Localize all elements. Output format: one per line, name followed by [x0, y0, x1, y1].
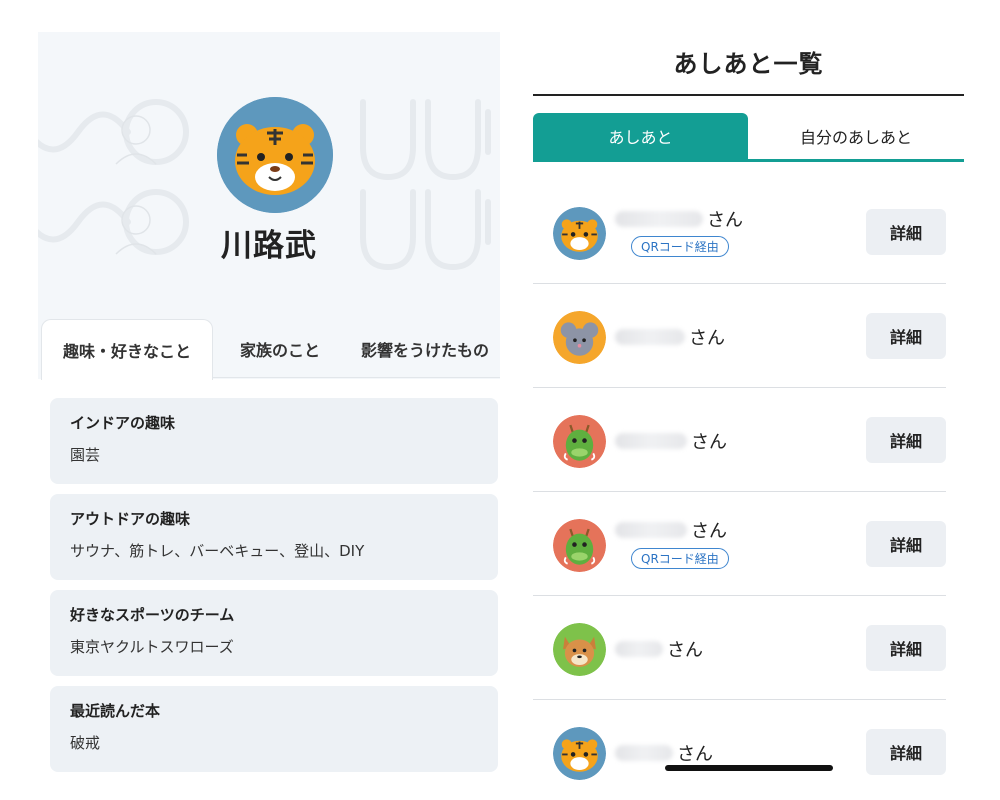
visitor-avatar: [553, 207, 606, 260]
tab-hobbies[interactable]: 趣味・好きなこと: [41, 319, 213, 380]
page-title: あしあと一覧: [673, 50, 824, 78]
visitor-avatar: [553, 727, 606, 780]
card-value: 園芸: [70, 446, 101, 464]
card-value: 東京ヤクルトスワローズ: [70, 638, 234, 656]
tiger-icon: [217, 97, 333, 213]
visitor-list: さん QRコード経由 詳細 さん 詳細 さん 詳細 さん QRコード経由 詳細 …: [533, 180, 964, 800]
list-item[interactable]: さん 詳細: [533, 284, 946, 388]
detail-button[interactable]: 詳細: [866, 521, 946, 567]
visitor-name: さん: [615, 428, 727, 454]
profile-card: アウトドアの趣味 サウナ、筋トレ、バーベキュー、登山、DIY: [50, 494, 498, 580]
profile-panel: 川路武 趣味・好きなこと 家族のこと 影響をうけたもの インドアの趣味 園芸 ア…: [38, 32, 500, 800]
footprint-tabs: あしあと 自分のあしあと: [533, 113, 964, 162]
list-item[interactable]: さん QRコード経由 詳細: [533, 180, 946, 284]
blurred-name: [615, 433, 687, 449]
card-title: アウトドアの趣味: [70, 510, 191, 528]
card-title: 最近読んだ本: [70, 702, 161, 720]
blurred-name: [615, 641, 663, 657]
card-value: サウナ、筋トレ、バーベキュー、登山、DIY: [70, 542, 365, 560]
visitor-name: さん: [615, 517, 727, 543]
profile-card: 最近読んだ本 破戒: [50, 686, 498, 772]
tab-influences[interactable]: 影響をうけたもの: [350, 319, 500, 379]
profile-card: インドアの趣味 園芸: [50, 398, 498, 484]
title-divider: [533, 94, 964, 96]
dog-icon: [553, 623, 606, 676]
tab-footprints[interactable]: あしあと: [533, 113, 748, 159]
qr-badge: QRコード経由: [631, 236, 729, 257]
blurred-name: [615, 329, 685, 345]
mouse-icon: [553, 311, 606, 364]
list-item[interactable]: さん QRコード経由 詳細: [533, 492, 946, 596]
footprints-panel: あしあと一覧 あしあと 自分のあしあと さん QRコード経由 詳細 さん 詳細 …: [533, 0, 964, 800]
home-indicator[interactable]: [665, 765, 833, 771]
tab-divider: [212, 377, 500, 378]
visitor-name: さん: [615, 740, 713, 766]
profile-tabs: 趣味・好きなこと 家族のこと 影響をうけたもの: [38, 319, 500, 380]
visitor-name: さん: [615, 636, 703, 662]
card-title: インドアの趣味: [70, 414, 176, 432]
visitor-name-suffix: さん: [667, 640, 703, 661]
detail-button[interactable]: 詳細: [866, 729, 946, 775]
visitor-name: さん: [615, 206, 743, 232]
detail-button[interactable]: 詳細: [866, 625, 946, 671]
list-item[interactable]: さん 詳細: [533, 700, 946, 800]
profile-name: 川路武: [221, 228, 317, 264]
dragon-icon: [553, 519, 606, 572]
detail-button[interactable]: 詳細: [866, 313, 946, 359]
dragon-icon: [553, 415, 606, 468]
visitor-name-suffix: さん: [707, 210, 743, 231]
visitor-name-suffix: さん: [691, 521, 727, 542]
profile-avatar: [217, 97, 333, 213]
profile-card: 好きなスポーツのチーム 東京ヤクルトスワローズ: [50, 590, 498, 676]
tiger-icon: [553, 207, 606, 260]
card-value: 破戒: [70, 734, 101, 752]
list-item[interactable]: さん 詳細: [533, 388, 946, 492]
list-item[interactable]: さん 詳細: [533, 596, 946, 700]
visitor-avatar: [553, 623, 606, 676]
card-title: 好きなスポーツのチーム: [70, 606, 235, 624]
tab-my-footprints[interactable]: 自分のあしあと: [748, 113, 964, 159]
tiger-icon: [553, 727, 606, 780]
visitor-name-suffix: さん: [689, 328, 725, 349]
blurred-name: [615, 211, 703, 227]
qr-badge: QRコード経由: [631, 548, 729, 569]
blurred-name: [615, 522, 687, 538]
detail-button[interactable]: 詳細: [866, 417, 946, 463]
profile-cards: インドアの趣味 園芸 アウトドアの趣味 サウナ、筋トレ、バーベキュー、登山、DI…: [50, 398, 498, 782]
visitor-avatar: [553, 519, 606, 572]
tab-family[interactable]: 家族のこと: [220, 319, 340, 379]
visitor-avatar: [553, 311, 606, 364]
blurred-name: [615, 745, 673, 761]
detail-button[interactable]: 詳細: [866, 209, 946, 255]
visitor-avatar: [553, 415, 606, 468]
visitor-name-suffix: さん: [677, 744, 713, 765]
visitor-name: さん: [615, 324, 725, 350]
visitor-name-suffix: さん: [691, 432, 727, 453]
